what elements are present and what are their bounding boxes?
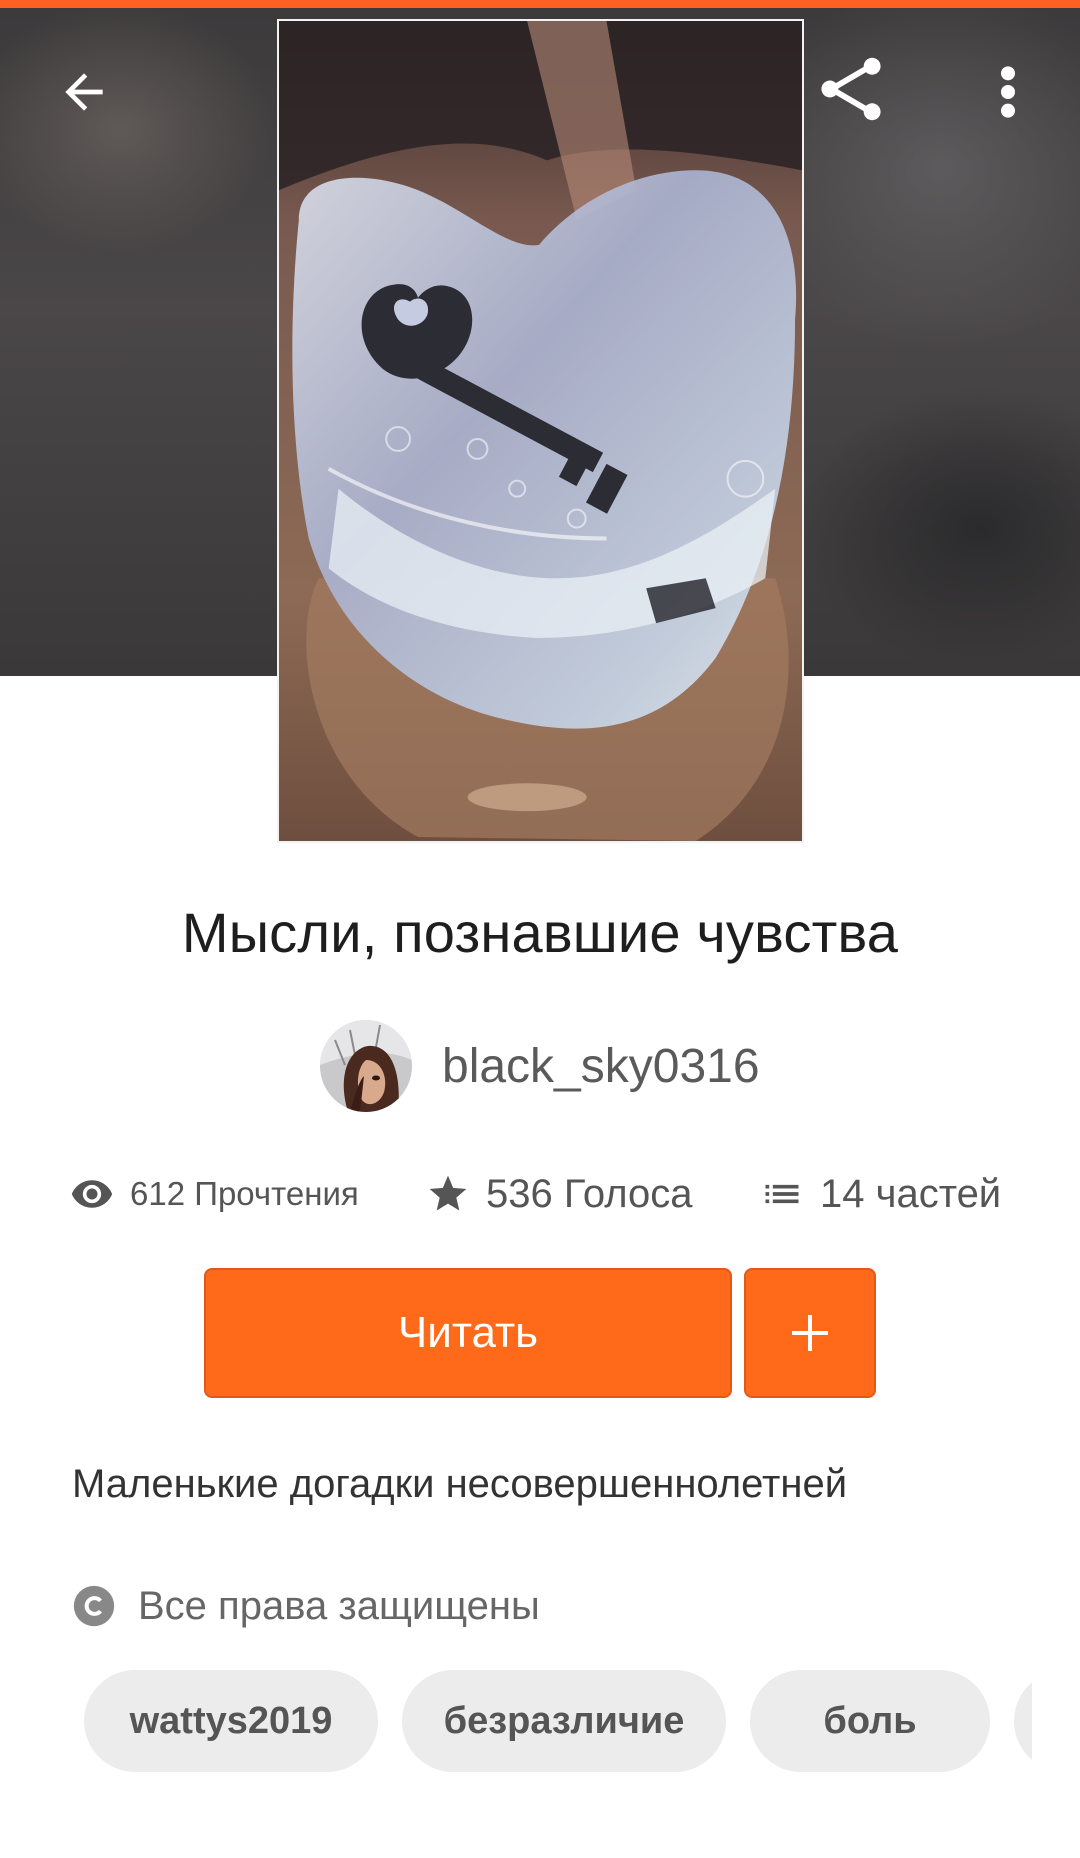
back-button[interactable] [44, 52, 124, 132]
tag-chip[interactable]: wattys2019 [84, 1670, 378, 1772]
plus-icon [792, 1315, 828, 1351]
reads-stat: 612 Прочтения [70, 1164, 359, 1224]
author-avatar[interactable] [320, 1020, 412, 1112]
star-icon [429, 1175, 467, 1211]
votes-stat: 536 Голоса [426, 1164, 692, 1224]
reads-count: 612 Прочтения [130, 1175, 359, 1212]
parts-stat: 14 частей [760, 1164, 1001, 1224]
add-to-library-button[interactable] [744, 1268, 876, 1398]
list-icon [765, 1184, 799, 1204]
tag-chip[interactable]: безразличие [402, 1670, 726, 1772]
story-description: Маленькие догадки несовершеннолетней [72, 1462, 848, 1506]
top-accent-bar [0, 0, 1080, 8]
votes-count: 536 Голоса [486, 1171, 693, 1216]
more-vert-icon [1001, 66, 1015, 118]
copyright-icon [73, 1585, 115, 1627]
share-button[interactable] [808, 46, 894, 132]
tag-chip[interactable] [1014, 1670, 1032, 1772]
author-name[interactable]: black_sky0316 [442, 1039, 760, 1094]
story-cover-image [277, 19, 804, 843]
more-options-button[interactable] [970, 52, 1046, 132]
parts-count: 14 частей [820, 1171, 1002, 1216]
story-stats: 612 Прочтения 536 Голоса 14 частей [0, 1164, 1080, 1224]
eye-icon [71, 1180, 113, 1208]
copyright-text: Все права защищены [138, 1583, 540, 1628]
tag-list: wattys2019 безразличие боль [84, 1670, 1032, 1772]
back-arrow-icon [65, 73, 103, 111]
read-button[interactable]: Читать [204, 1268, 732, 1398]
author-link[interactable]: black_sky0316 [320, 1020, 760, 1112]
copyright-notice: Все права защищены [72, 1578, 540, 1634]
tag-chip[interactable]: боль [750, 1670, 990, 1772]
read-button-label: Читать [397, 1308, 539, 1357]
share-icon [821, 57, 881, 121]
story-title: Мысли, познавшие чувства [181, 901, 899, 964]
